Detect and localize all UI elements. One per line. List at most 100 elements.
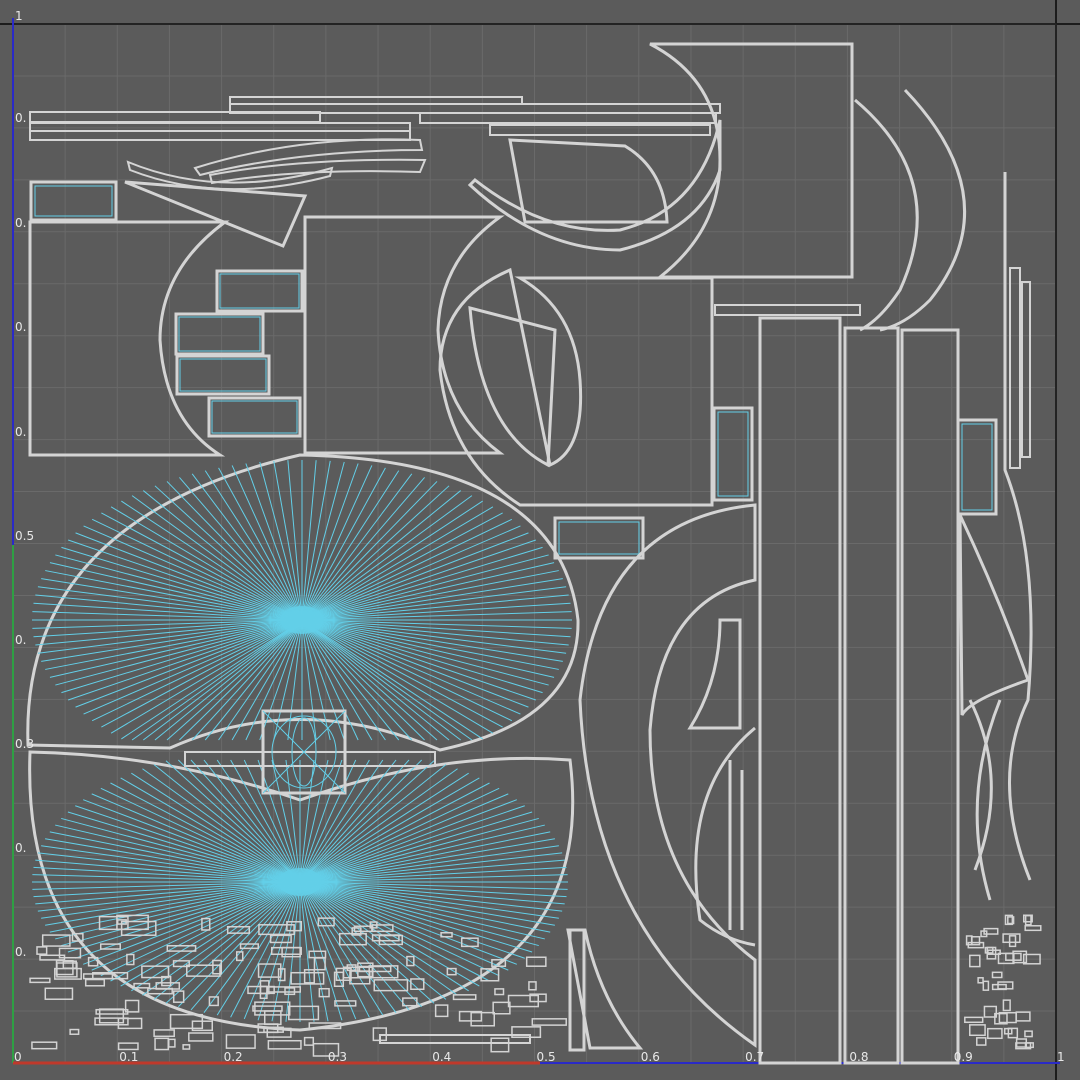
fan-edge — [259, 619, 303, 741]
uv-island-columns[interactable] — [758, 316, 960, 1065]
scrap-shell — [84, 978, 106, 987]
u-tick-label: 0.6 — [641, 1050, 660, 1064]
v-tick-label: 0. — [15, 945, 26, 959]
fan-edges-lower — [32, 759, 568, 1022]
scrap-shell — [36, 946, 48, 955]
scrap-shell — [259, 985, 268, 1000]
u-tick-label: 0.8 — [849, 1050, 868, 1064]
fan-edge — [301, 619, 494, 734]
scrap-shell — [252, 1005, 283, 1012]
scrap-shell — [182, 1044, 191, 1050]
v-tick-label: 0. — [15, 216, 26, 230]
scrap-shell — [1024, 925, 1042, 932]
fan-edge — [285, 881, 301, 1022]
scrap-shell — [1008, 935, 1017, 948]
scrap-shell — [153, 1029, 175, 1038]
v-tick-label: 0. — [15, 633, 26, 647]
fan-edge — [301, 554, 549, 621]
uv-island-scrap-bottom-right[interactable] — [964, 914, 1042, 1050]
scrap-shell — [172, 990, 185, 1003]
scrap-shell — [969, 1024, 986, 1037]
uv-island-vbox-a[interactable] — [712, 406, 754, 502]
fan-edge — [110, 881, 301, 982]
fan-edge — [55, 554, 303, 621]
v-tick-label: 0. — [15, 111, 26, 125]
u-tick-label: 0.7 — [745, 1050, 764, 1064]
u-tick-label: 0.3 — [328, 1050, 347, 1064]
scrap-shell — [334, 1000, 357, 1007]
u-tick-label: 0.9 — [954, 1050, 973, 1064]
fan-center — [278, 868, 322, 896]
scrap-shell — [31, 1041, 58, 1050]
scrap-shell — [154, 1037, 170, 1051]
uv-island-hbox[interactable] — [553, 516, 645, 560]
fan-edge — [299, 881, 545, 940]
u-tick-label: 0 — [14, 1050, 22, 1064]
fan-edges-upper — [32, 460, 572, 741]
scrap-shell — [318, 987, 330, 998]
uv-island-right-slivers[interactable] — [958, 172, 1033, 901]
scrap-shell — [976, 1037, 987, 1046]
scrap-shell — [982, 980, 990, 991]
uv-island-ring[interactable] — [578, 503, 757, 1048]
scrap-shell — [303, 1036, 315, 1046]
fan-edge — [273, 460, 303, 621]
fan-edge — [301, 619, 345, 741]
scrap-shell — [1015, 1011, 1031, 1022]
scrap-shell — [969, 954, 981, 968]
scrap-shell — [239, 943, 260, 950]
fan-center — [280, 606, 324, 634]
scrap-shell — [970, 936, 981, 946]
v-tick-label: 0. — [15, 841, 26, 855]
v-tick-label: 0.3 — [15, 737, 34, 751]
v-tick-label: 1 — [15, 9, 23, 23]
scrap-shell — [1007, 1027, 1019, 1039]
scrap-shell — [1024, 1030, 1033, 1038]
u-tick-label: 0.4 — [432, 1050, 451, 1064]
scrap-shell — [133, 982, 151, 989]
scrap-shell — [1024, 914, 1032, 926]
uv-island-center-panel[interactable] — [303, 215, 505, 455]
scrap-shell — [494, 988, 505, 996]
v-tick-label: 0. — [15, 425, 26, 439]
uv-island-eye[interactable] — [184, 709, 436, 795]
fan-edge — [55, 824, 301, 883]
uv-island-left-panel[interactable] — [28, 220, 230, 457]
u-tick-label: 0.2 — [224, 1050, 243, 1064]
scrap-shell — [188, 1032, 214, 1042]
scrap-shell — [258, 924, 295, 936]
uv-editor-viewport[interactable]: 0 0.1 0.2 0.3 0.4 0.5 0.6 0.7 0.8 0.9 1 0.0.0.0.0.… — [0, 0, 1080, 1080]
uv-island-small-boxes[interactable] — [174, 269, 304, 438]
fan-edge — [301, 506, 494, 621]
uv-grid — [12, 23, 1057, 1064]
uv-island-fan-upper[interactable] — [26, 453, 580, 752]
fan-edge — [301, 460, 317, 621]
scrap-shell — [987, 1027, 1003, 1040]
uv-island-block-a[interactable] — [29, 180, 118, 222]
scrap-shell — [82, 973, 114, 980]
scrap-shell — [531, 1018, 567, 1026]
u-tick-label: 0.5 — [537, 1050, 556, 1064]
fan-edge — [191, 473, 303, 621]
uv-island-top-strips[interactable] — [29, 96, 721, 191]
fan-edge — [287, 460, 303, 621]
v-tick-label: 0.5 — [15, 529, 34, 543]
scrap-shell — [266, 986, 301, 993]
scrap-shell — [1002, 999, 1011, 1012]
scrap-shell — [440, 932, 453, 938]
uv-island-curved-tube[interactable] — [467, 119, 722, 252]
uv-island-wedge[interactable] — [124, 180, 308, 248]
uv-island-top-right-sheet[interactable] — [649, 42, 854, 279]
u-tick-label: 1 — [1057, 1050, 1065, 1064]
fan-edge — [299, 824, 545, 883]
scrap-shell — [492, 1001, 511, 1015]
scrap-shell — [58, 947, 82, 959]
u-tick-label: 0.1 — [119, 1050, 138, 1064]
uv-island-thin-bar[interactable] — [714, 304, 861, 316]
v-tick-label: 0. — [15, 320, 26, 334]
uv-island-swoosh-a[interactable] — [854, 98, 919, 332]
scrap-shell — [525, 956, 547, 967]
uv-island-vbox-b[interactable] — [956, 418, 998, 516]
scrap-shell — [117, 1042, 139, 1051]
scrap-shell — [44, 987, 74, 1000]
